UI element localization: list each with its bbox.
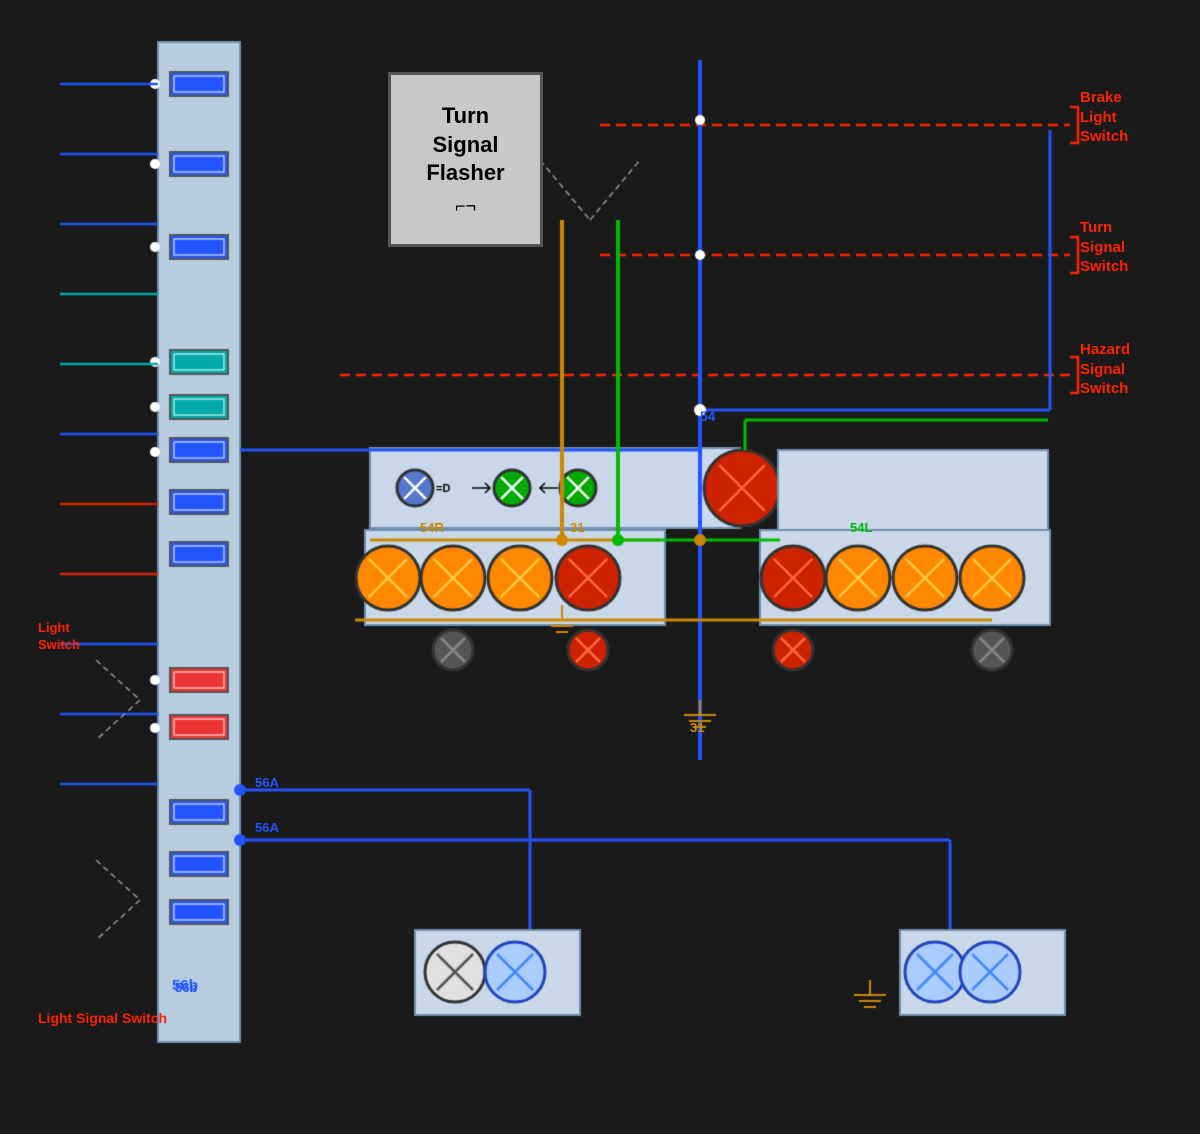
wire-54-label: 54 [700,408,716,424]
wire-56A-top-label: 56A [255,775,279,790]
wire-54L-label: 54L [850,520,872,535]
wire-31b-label: 31 [690,720,704,735]
wire-54R-label: 54R [420,520,444,535]
turn-signal-switch-label: TurnSignalSwitch [1080,218,1128,277]
light-switch-label: LightSwitch [38,620,80,654]
light-signal-switch-label: Light Signal Switch [38,1010,167,1026]
turn-signal-flasher-box: Turn Signal Flasher ⌐¬ [388,72,543,247]
flasher-label: Turn Signal Flasher [426,102,504,188]
brake-light-switch-label: BrakeLightSwitch [1080,88,1128,147]
hazard-signal-switch-label: HazardSignalSwitch [1080,340,1130,399]
wire-56b-label: 56b [175,980,197,995]
flasher-symbol: ⌐¬ [455,196,476,217]
wire-31-label: 31 [570,520,584,535]
wiring-diagram-canvas [0,0,1200,1134]
wire-56A-bot-label: 56A [255,820,279,835]
